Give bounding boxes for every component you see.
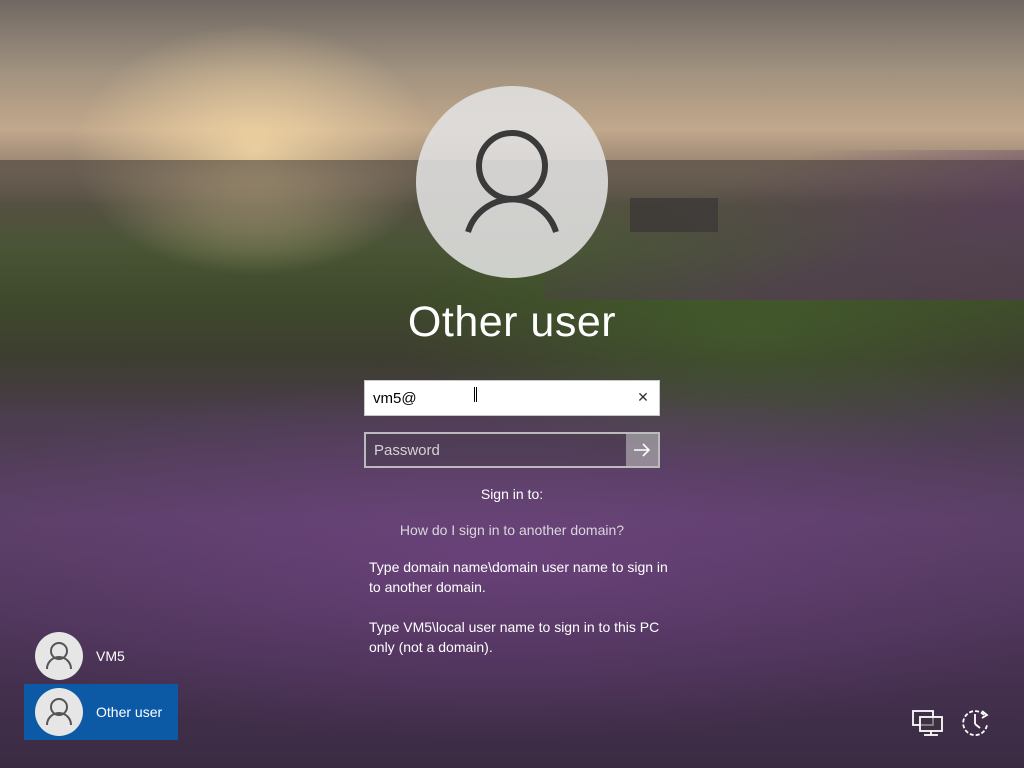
password-field[interactable] [364, 432, 660, 468]
help-text-local: Type VM5\local user name to sign in to t… [369, 619, 660, 655]
avatar [35, 688, 83, 736]
help-text-domain: Type domain name\domain user name to sig… [369, 559, 668, 595]
username-input[interactable] [365, 381, 627, 415]
network-icon [912, 710, 943, 736]
user-avatar [416, 86, 608, 278]
user-tile-vm5[interactable]: VM5 [24, 628, 178, 684]
user-tile-other-user[interactable]: Other user [24, 684, 178, 740]
user-tile-label: Other user [96, 704, 163, 720]
username-field[interactable]: ✕ [364, 380, 660, 416]
sign-in-to-label: Sign in to: [480, 486, 544, 502]
help-link[interactable]: How do I sign in to another domain? [0, 522, 1024, 538]
person-icon [465, 130, 559, 233]
display-name: Other user [407, 298, 617, 346]
accessibility-icon [962, 710, 989, 736]
arrow-right-icon [634, 443, 651, 457]
avatar [35, 632, 83, 680]
person-icon [46, 698, 72, 726]
background-house [630, 198, 718, 232]
close-icon: ✕ [637, 390, 649, 406]
clear-button[interactable]: ✕ [627, 381, 659, 415]
person-icon [46, 642, 72, 670]
background-heather [544, 150, 1024, 300]
password-input[interactable] [366, 434, 626, 466]
accessibility-button[interactable] [958, 706, 992, 740]
user-tile-label: VM5 [96, 648, 125, 664]
submit-button[interactable] [626, 434, 658, 466]
network-button[interactable] [911, 708, 945, 738]
